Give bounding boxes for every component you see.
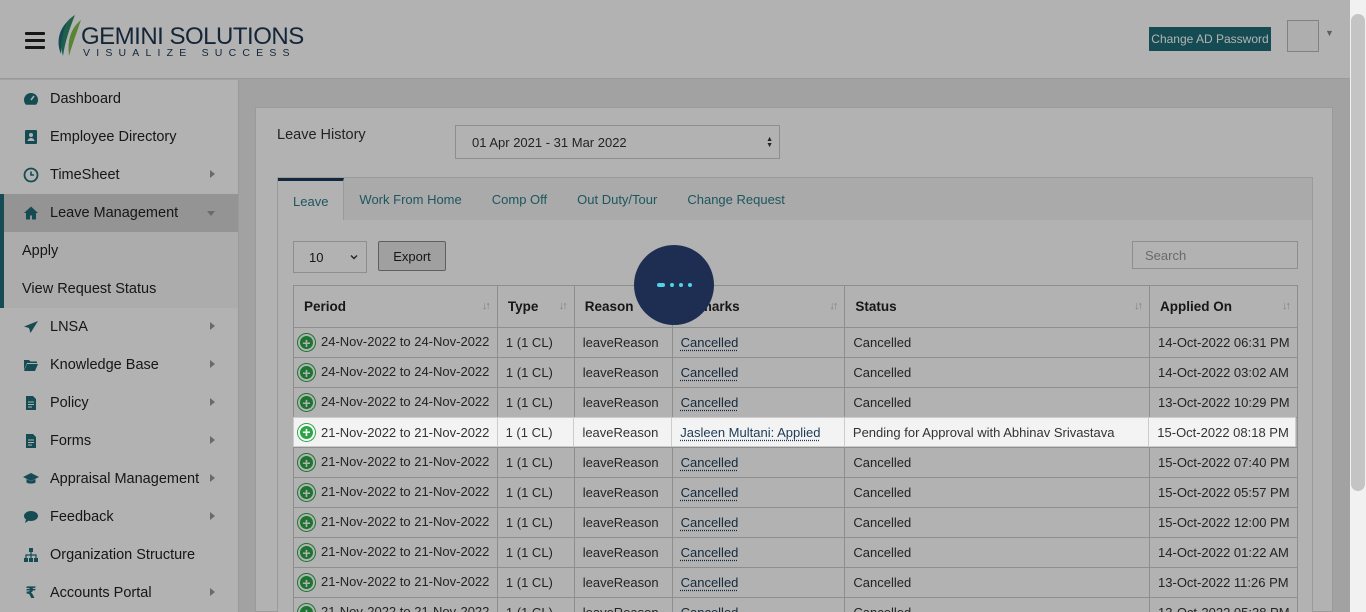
period-cell: +21-Nov-2022 to 21-Nov-2022 xyxy=(294,418,498,446)
remarks-cell: Jasleen Multani: Applied xyxy=(672,418,845,446)
loading-spinner xyxy=(634,245,714,325)
scrollbar-thumb[interactable] xyxy=(1351,14,1365,491)
status-cell: Pending for Approval with Abhinav Srivas… xyxy=(845,418,1149,446)
remarks-link[interactable]: Jasleen Multani: Applied xyxy=(680,425,820,440)
applied-on-cell: 15-Oct-2022 08:18 PM xyxy=(1149,418,1295,446)
expand-row-icon[interactable]: + xyxy=(298,424,315,441)
reason-cell: leaveReason xyxy=(574,418,672,446)
highlighted-table-row[interactable]: +21-Nov-2022 to 21-Nov-2022 1 (1 CL) lea… xyxy=(293,417,1296,447)
type-cell: 1 (1 CL) xyxy=(498,418,575,446)
